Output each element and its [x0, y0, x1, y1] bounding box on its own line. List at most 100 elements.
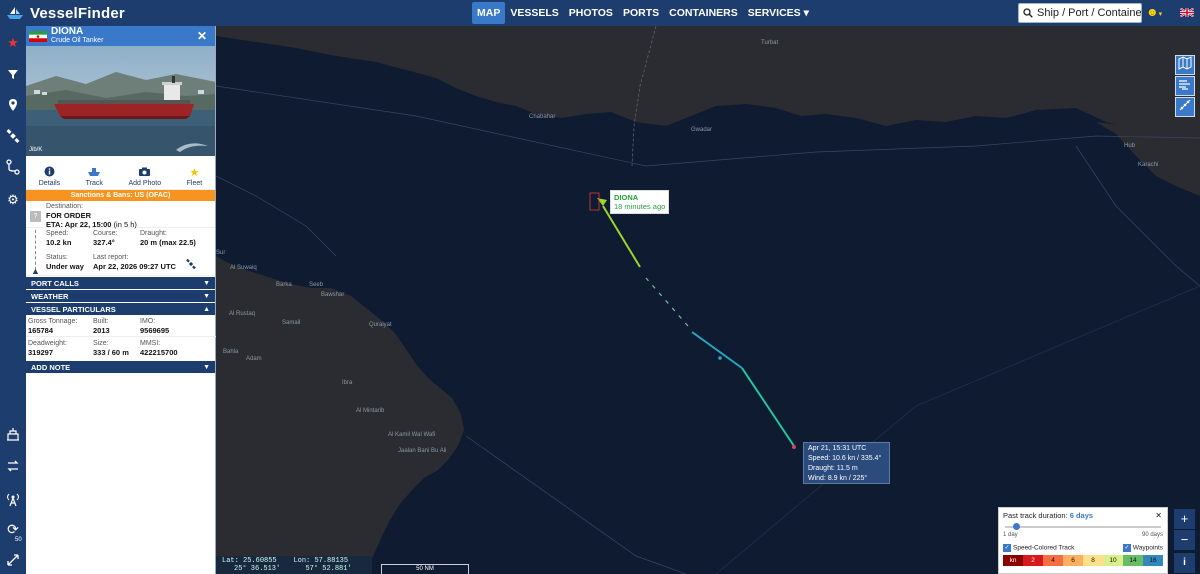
add-photo-button[interactable]: Add Photo: [128, 166, 161, 187]
course-label: Course:: [93, 230, 118, 237]
mmsi-value: 422215700: [140, 348, 178, 357]
map-layers-button[interactable]: [1175, 55, 1195, 75]
left-sidebar: ★ ⚙ ⟳ 50: [0, 26, 26, 574]
vessel-map-label[interactable]: DIONA 18 minutes ago: [610, 190, 670, 214]
zoom-in-button[interactable]: +: [1174, 509, 1195, 529]
expand-icon[interactable]: [5, 552, 21, 568]
checkbox-checked-icon[interactable]: ✓: [1122, 544, 1131, 552]
logo[interactable]: VesselFinder: [0, 5, 215, 22]
slider-thumb[interactable]: [1013, 523, 1021, 530]
add-photo-label: Add Photo: [128, 180, 162, 187]
deadweight-label: Deadweight:: [28, 340, 67, 347]
gear-icon[interactable]: ⚙: [5, 192, 21, 208]
voyage-details: ▲ Speed: 10.2 kn Course: 327.4° Draught:…: [26, 228, 215, 276]
add-note-section[interactable]: ADD NOTE ▼: [26, 361, 215, 373]
speed-legend-item: 10: [1103, 555, 1123, 566]
vessel-flag-icon: [29, 30, 47, 42]
vessel-track: [589, 192, 796, 449]
track-duration-label: Past track duration:: [1003, 511, 1068, 520]
tooltip-wind: Wind: 8.9 kn / 225°: [808, 475, 868, 482]
slider-max-label: 90 days: [1141, 532, 1163, 538]
details-button[interactable]: Details: [39, 166, 60, 187]
vessel-photo-image: [26, 46, 215, 156]
zoom-out-button[interactable]: −: [1174, 530, 1195, 550]
nav-containers[interactable]: CONTAINERS: [664, 2, 743, 24]
measure-button[interactable]: [1175, 97, 1195, 117]
tooltip-draught: Draught: 11.5 m: [808, 465, 858, 472]
speed-colored-track-option[interactable]: ✓ Speed-Colored Track: [1003, 544, 1074, 552]
waypoint[interactable]: [792, 445, 796, 449]
track-duration-panel: ✕ Past track duration: 6 days 1 day 90 d…: [998, 507, 1168, 574]
track-duration-slider[interactable]: [1003, 522, 1163, 532]
waypoint[interactable]: [718, 356, 722, 360]
refresh-icon[interactable]: ⟳: [5, 521, 21, 537]
port-calls-label: PORT CALLS: [31, 278, 79, 288]
logo-icon: [7, 7, 23, 19]
nav-services[interactable]: SERVICES ▾: [743, 2, 814, 24]
map-layers-icon: [1178, 56, 1192, 70]
language-flag-icon[interactable]: [1180, 8, 1194, 17]
antenna-icon[interactable]: [5, 492, 21, 508]
weather-section[interactable]: WEATHER ▼: [26, 290, 215, 302]
speed-label: Speed:: [46, 230, 69, 237]
waypoint-tooltip: Apr 21, 15:31 UTC Speed: 10.6 kn / 335.4…: [803, 442, 890, 484]
status-label: Status:: [46, 254, 68, 261]
track-segment: [602, 205, 641, 268]
speed-legend-item: 2: [1023, 555, 1043, 566]
draught-label: Draught:: [140, 230, 167, 237]
photo-credit: Jib/K: [29, 147, 43, 153]
star-icon[interactable]: ★: [5, 35, 21, 51]
scale-bar: 50 NM: [381, 564, 469, 574]
destination-value: FOR ORDER: [46, 211, 91, 220]
search-input[interactable]: [1037, 7, 1141, 19]
port-icon[interactable]: [5, 426, 21, 442]
satellite-icon: [186, 258, 196, 270]
lat-decimal: 25.60855: [243, 557, 277, 565]
vessel-photo[interactable]: Jib/K: [26, 46, 215, 156]
slider-min-label: 1 day: [1003, 532, 1018, 538]
draught-value: 20 m (max 22.5): [140, 238, 196, 247]
nav-vessels[interactable]: VESSELS: [505, 2, 563, 24]
destination-label: Destination:: [46, 203, 83, 210]
route-icon[interactable]: [5, 159, 21, 175]
nav-photos[interactable]: PHOTOS: [564, 2, 618, 24]
map-canvas[interactable]: Turbat Chabahar Gwadar Hub Karachi Sur A…: [216, 26, 1200, 574]
vessel-particulars-section[interactable]: VESSEL PARTICULARS ▲: [26, 303, 215, 315]
track-button[interactable]: Track: [86, 166, 103, 187]
pin-icon[interactable]: [5, 97, 21, 113]
wind-button[interactable]: [1175, 76, 1195, 96]
ship-marker-icon: ▲: [31, 266, 40, 276]
sanctions-banner[interactable]: Sanctions & Bans: US (OFAC): [26, 190, 215, 201]
switch-icon[interactable]: [5, 458, 21, 474]
vessel-marker-icon[interactable]: [597, 198, 607, 206]
slider-range: 1 day 90 days: [1003, 532, 1163, 538]
fleet-button[interactable]: ★ Fleet: [187, 166, 203, 187]
slider-rail: [1005, 526, 1161, 528]
user-icon[interactable]: ☻▾: [1146, 5, 1162, 19]
close-panel-button[interactable]: ✕: [197, 29, 207, 43]
vessel-type: Crude Oil Tanker: [51, 37, 104, 44]
last-report-value: Apr 22, 2026 09:27 UTC: [93, 262, 176, 271]
imo-label: IMO:: [140, 318, 156, 325]
gross-tonnage-value: 165784: [28, 326, 54, 335]
search-box[interactable]: [1018, 3, 1142, 23]
track-duration-title: Past track duration: 6 days: [1003, 511, 1163, 520]
port-calls-section[interactable]: PORT CALLS ▼: [26, 277, 215, 289]
track-duration-value: 6 days: [1069, 511, 1094, 520]
speed-value: 10.2 kn: [46, 238, 72, 247]
chevron-down-icon: ▼: [203, 292, 210, 300]
info-button[interactable]: i: [1174, 553, 1195, 573]
lon-decimal: 57.88135: [314, 557, 349, 565]
close-icon[interactable]: ✕: [1155, 511, 1162, 520]
gross-tonnage-label: Gross Tonnage:: [28, 318, 78, 325]
speed-legend-item: kn: [1003, 555, 1023, 566]
size-value: 333 / 60 m: [93, 348, 129, 357]
checkbox-checked-icon[interactable]: ✓: [1003, 544, 1011, 552]
filter-icon[interactable]: [5, 66, 21, 82]
nav-map[interactable]: MAP: [472, 2, 506, 24]
nav-ports[interactable]: PORTS: [618, 2, 664, 24]
satellite-icon[interactable]: [5, 128, 21, 144]
speed-legend-item: 8: [1083, 555, 1103, 566]
lat-label: Lat:: [222, 557, 239, 565]
waypoints-option[interactable]: ✓ Waypoints: [1122, 544, 1163, 552]
